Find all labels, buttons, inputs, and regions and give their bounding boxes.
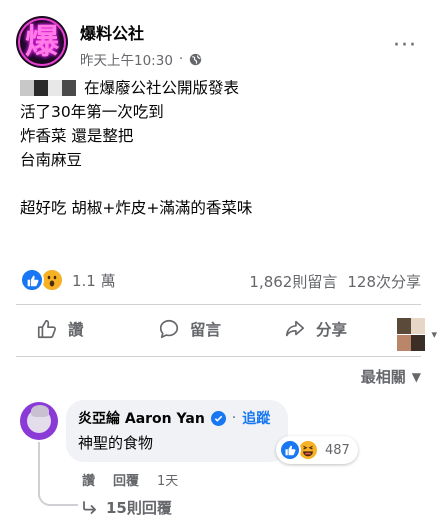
reaction-summary[interactable]: 1.1 萬	[20, 268, 116, 292]
thumbs-up-icon	[37, 319, 57, 339]
commenter-avatar[interactable]	[20, 402, 58, 440]
divider	[16, 304, 421, 305]
caret-down-icon[interactable]: ▾	[431, 328, 437, 341]
post-meta: 昨天上午10:30 ·	[80, 49, 202, 69]
post-line-6: 超好吃 胡椒+炸皮+滿滿的香菜味	[20, 199, 253, 217]
dot-separator: ·	[178, 51, 184, 67]
comment-like-link[interactable]: 讚	[82, 470, 95, 489]
post-line-4: 台南麻豆	[20, 151, 83, 169]
page-name[interactable]: 爆料公社	[80, 20, 144, 44]
post-line-2: 活了30年第一次吃到	[20, 103, 164, 121]
replies-label: 15則回覆	[106, 499, 172, 517]
like-reaction-icon	[20, 268, 44, 292]
share-count[interactable]: 128次分享	[347, 271, 421, 292]
avatar-ring	[18, 18, 66, 66]
comment-reaction-count: 487	[325, 442, 350, 458]
post-line-5	[20, 172, 252, 196]
page-avatar[interactable]: 爆	[16, 16, 68, 68]
comment-button-label: 留言	[190, 321, 222, 339]
post-timestamp[interactable]: 昨天上午10:30	[80, 49, 173, 69]
comment-count[interactable]: 1,862則留言	[249, 271, 337, 292]
caret-down-icon: ▼	[411, 369, 421, 384]
post-stats: 1,862則留言 128次分享	[249, 271, 421, 292]
globe-icon[interactable]	[189, 53, 202, 66]
verified-icon	[210, 410, 226, 426]
commenter-name[interactable]: 炎亞綸 Aaron Yan	[78, 408, 205, 428]
comment-time[interactable]: 1天	[157, 470, 178, 489]
reaction-count[interactable]: 1.1 萬	[72, 270, 116, 291]
comment-reply-link[interactable]: 回覆	[113, 470, 139, 489]
divider	[16, 356, 421, 357]
reply-arrow-icon	[83, 500, 96, 514]
like-button-label: 讚	[68, 321, 84, 339]
comment-icon	[159, 319, 179, 339]
like-button[interactable]: 讚	[36, 318, 84, 340]
post-line-3: 炸香菜 還是整把	[20, 127, 134, 145]
pixelated-avatar	[20, 80, 76, 96]
share-icon	[285, 320, 305, 337]
view-replies-button[interactable]: 15則回覆	[82, 497, 172, 518]
post-text: 在爆廢公社公開版發表 活了30年第一次吃到 炸香菜 還是整把 台南麻豆 超好吃 …	[20, 76, 252, 220]
sort-label: 最相關	[360, 368, 406, 386]
follow-button[interactable]: 追蹤	[242, 408, 270, 428]
comment-actions: 讚 回覆 1天	[82, 470, 178, 489]
comment-sort-dropdown[interactable]: 最相關 ▼	[361, 366, 421, 387]
like-reaction-icon	[279, 439, 301, 461]
post-line-1: 在爆廢公社公開版發表	[84, 79, 240, 97]
comment-bubble: 炎亞綸 Aaron Yan · 追蹤 神聖的食物	[66, 400, 288, 462]
thread-curve	[38, 478, 78, 506]
viewer-avatar[interactable]	[397, 318, 427, 352]
comment-text: 神聖的食物	[78, 434, 154, 452]
avatar-face	[27, 405, 51, 433]
post-line: 在爆廢公社公開版發表	[20, 76, 252, 100]
more-options-button[interactable]: ···	[393, 35, 417, 57]
comment-reactions[interactable]: 487	[276, 436, 358, 464]
comment-header: 炎亞綸 Aaron Yan · 追蹤	[78, 408, 276, 428]
share-button-label: 分享	[316, 321, 348, 339]
dot-separator: ·	[231, 410, 237, 426]
share-button[interactable]: 分享	[284, 318, 347, 340]
comment-button[interactable]: 留言	[158, 318, 221, 340]
